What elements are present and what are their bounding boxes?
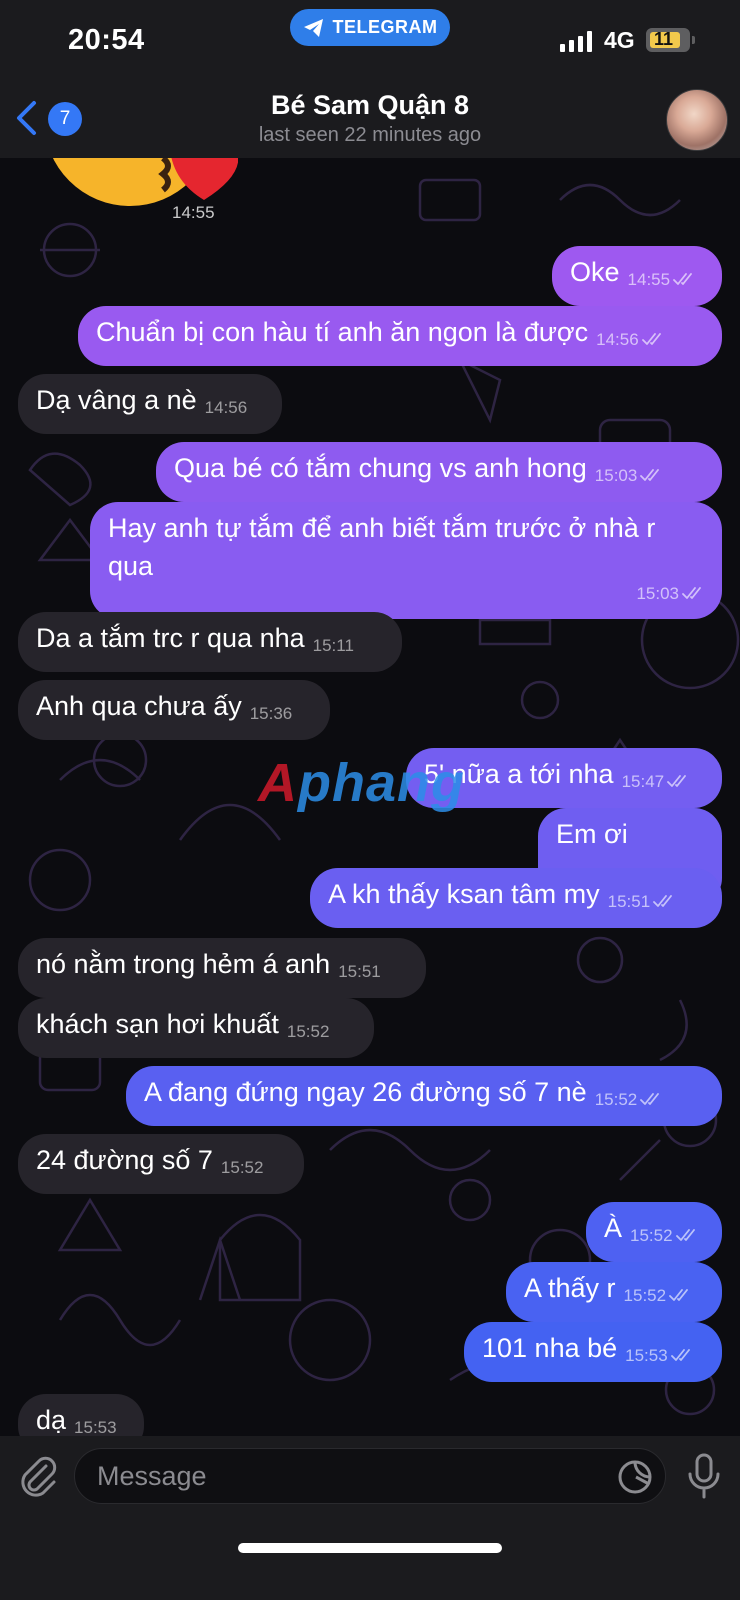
- message-time: 15:51: [338, 953, 381, 991]
- message-text: À: [604, 1213, 623, 1243]
- outgoing-message[interactable]: A đang đứng ngay 26 đường số 7 nè 15:52: [126, 1066, 722, 1126]
- message-timestamp: 15:53: [74, 1418, 117, 1437]
- microphone-icon[interactable]: [684, 1452, 724, 1500]
- message-time: 15:51: [608, 883, 678, 921]
- message-time: 15:52: [624, 1277, 694, 1315]
- message-time: 15:03: [636, 575, 706, 613]
- message-timestamp: 15:03: [636, 584, 679, 603]
- outgoing-message[interactable]: Qua bé có tắm chung vs anh hong 15:03: [156, 442, 722, 502]
- chat-title[interactable]: Bé Sam Quận 8: [0, 90, 740, 121]
- read-ticks-icon: [653, 895, 673, 907]
- sticker-time: 14:55: [172, 203, 215, 222]
- read-ticks-icon: [682, 587, 701, 599]
- read-ticks-icon: [641, 333, 661, 345]
- message-text: Da a tắm trc r qua nha: [36, 623, 305, 653]
- message-text: Qua bé có tắm chung vs anh hong: [174, 453, 587, 483]
- sticker-icon[interactable]: [616, 1458, 654, 1496]
- telegram-icon: [303, 18, 323, 37]
- message-time: 15:11: [313, 627, 354, 665]
- incoming-message[interactable]: khách sạn hơi khuất 15:52: [18, 998, 374, 1058]
- incoming-message[interactable]: Da a tắm trc r qua nha 15:11: [18, 612, 402, 672]
- message-timestamp: 15:51: [338, 962, 381, 981]
- message-timestamp: 14:56: [204, 398, 248, 417]
- composer-bar: [0, 1436, 740, 1600]
- message-list[interactable]: 14:55 Aphang Oke 14:55 Chuẩn bị con hàu tí…: [0, 0, 740, 1600]
- read-ticks-icon: [667, 775, 687, 787]
- message-text: Hay anh tự tắm để anh biết tắm trước ở n…: [108, 513, 656, 581]
- read-ticks-icon: [670, 1349, 690, 1361]
- message-time: 15:52: [221, 1149, 264, 1187]
- battery-level: 11: [654, 29, 674, 49]
- message-timestamp: 15:52: [286, 1022, 330, 1041]
- message-time: 15:03: [595, 457, 665, 495]
- message-time: 14:56: [596, 321, 666, 359]
- message-timestamp: 15:53: [625, 1346, 668, 1365]
- battery-tip: [692, 36, 695, 44]
- read-ticks-icon: [669, 1289, 688, 1301]
- message-timestamp: 15:03: [594, 466, 638, 485]
- outgoing-message[interactable]: Hay anh tự tắm để anh biết tắm trước ở n…: [90, 502, 722, 619]
- signal-icon: [560, 30, 592, 52]
- last-seen-status: last seen 22 minutes ago: [258, 124, 482, 146]
- message-time: 14:55: [628, 261, 698, 299]
- read-ticks-icon: [673, 273, 692, 285]
- message-timestamp: 15:52: [630, 1226, 673, 1245]
- message-timestamp: 15:36: [249, 704, 293, 723]
- message-time: 14:56: [205, 389, 248, 427]
- battery-icon: 11: [646, 28, 690, 52]
- outgoing-message[interactable]: A thấy r 15:52: [506, 1262, 722, 1322]
- message-time: 15:52: [630, 1217, 700, 1255]
- message-timestamp: 15:51: [607, 892, 651, 911]
- outgoing-message[interactable]: Oke 14:55: [552, 246, 722, 306]
- message-timestamp: 15:52: [594, 1090, 638, 1109]
- message-timestamp: 15:47: [621, 772, 665, 791]
- message-text: 24 đường số 7: [36, 1145, 213, 1175]
- message-text: Oke: [570, 257, 620, 287]
- message-text: Dạ vâng a nè: [36, 385, 197, 415]
- incoming-message[interactable]: Dạ vâng a nè 14:56: [18, 374, 282, 434]
- contact-avatar[interactable]: [666, 89, 728, 151]
- message-text: dạ: [36, 1405, 67, 1435]
- read-ticks-icon: [640, 1093, 660, 1105]
- message-text: A đang đứng ngay 26 đường số 7 nè: [144, 1077, 587, 1107]
- outgoing-message[interactable]: À 15:52: [586, 1202, 722, 1262]
- message-text: khách sạn hơi khuất: [36, 1009, 279, 1039]
- outgoing-message[interactable]: A kh thấy ksan tâm my 15:51: [310, 868, 722, 928]
- incoming-message[interactable]: Anh qua chưa ấy 15:36: [18, 680, 330, 740]
- message-text: Chuẩn bị con hàu tí anh ăn ngon là được: [96, 317, 589, 347]
- message-time: 15:36: [250, 695, 293, 733]
- network-type: 4G: [604, 27, 635, 53]
- home-indicator[interactable]: [238, 1543, 502, 1553]
- incoming-message[interactable]: 24 đường số 7 15:52: [18, 1134, 304, 1194]
- message-text: A kh thấy ksan tâm my: [328, 879, 600, 909]
- message-text: Anh qua chưa ấy: [36, 691, 242, 721]
- telegram-pill[interactable]: TELEGRAM: [290, 9, 450, 46]
- message-timestamp: 14:55: [627, 270, 671, 289]
- navigation-header: 20:54 TELEGRAM 4G 11 7 Bé Sam Quận 8 las…: [0, 0, 740, 158]
- outgoing-message[interactable]: 101 nha bé 15:53: [464, 1322, 722, 1382]
- message-text: A thấy r: [524, 1273, 616, 1303]
- message-timestamp: 14:56: [596, 330, 639, 349]
- message-timestamp: 15:52: [220, 1158, 264, 1177]
- message-timestamp: 15:11: [312, 636, 354, 655]
- message-time: 15:47: [622, 763, 692, 801]
- message-time: 15:53: [625, 1337, 695, 1375]
- outgoing-message[interactable]: Chuẩn bị con hàu tí anh ăn ngon là được 1…: [78, 306, 722, 366]
- incoming-message[interactable]: nó nằm trong hẻm á anh 15:51: [18, 938, 426, 998]
- message-text: nó nằm trong hẻm á anh: [36, 949, 331, 979]
- message-input[interactable]: [74, 1448, 666, 1504]
- watermark-logo: Aphang: [258, 753, 465, 813]
- message-time: 15:52: [595, 1081, 665, 1119]
- message-time: 15:52: [287, 1013, 330, 1051]
- paperclip-icon[interactable]: [16, 1454, 60, 1498]
- message-timestamp: 15:52: [623, 1286, 667, 1305]
- status-time: 20:54: [68, 24, 145, 56]
- read-ticks-icon: [675, 1229, 695, 1241]
- read-ticks-icon: [640, 469, 660, 481]
- message-text: Em ơi: [556, 819, 628, 849]
- telegram-pill-label: TELEGRAM: [332, 17, 438, 37]
- message-text: 101 nha bé: [482, 1333, 618, 1363]
